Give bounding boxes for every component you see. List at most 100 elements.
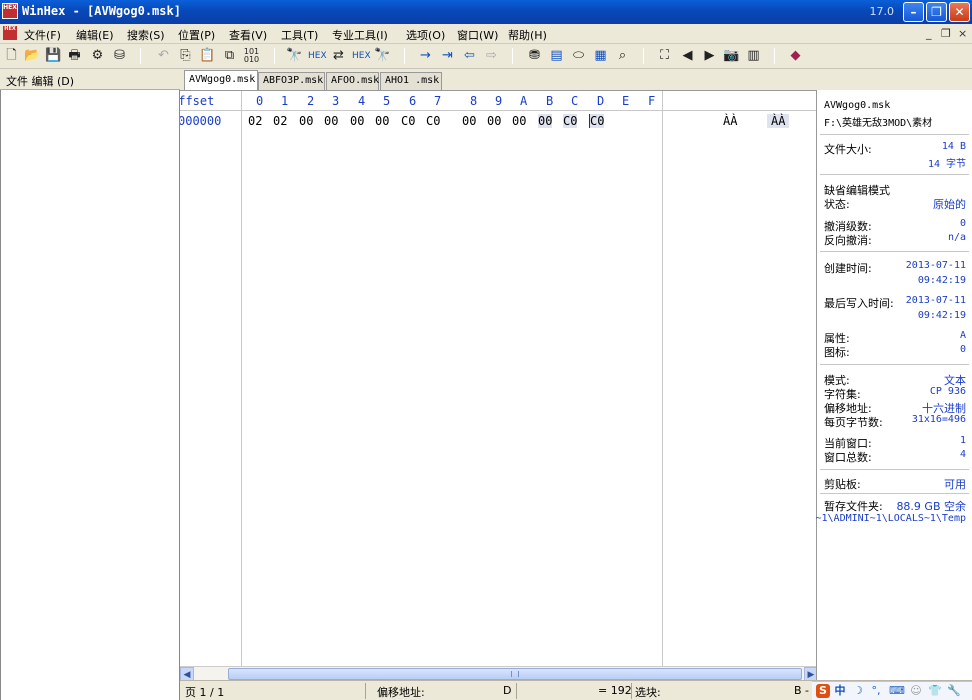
mdi-restore-button[interactable]: ❐: [941, 27, 951, 40]
info-path: F:\英雄无敌3MOD\素材: [824, 118, 933, 129]
scrollbar-grip: [511, 671, 519, 677]
menu-edit[interactable]: 编辑(E): [76, 27, 114, 43]
col-header: 8: [470, 94, 478, 108]
row-offset: 000000: [180, 114, 222, 128]
hex-byte-selected[interactable]: 00: [538, 114, 553, 128]
tab-abfo3p[interactable]: ABFO3P.msk: [258, 72, 325, 90]
minimize-button[interactable]: –: [903, 2, 924, 22]
directory-browser-title[interactable]: 文件 编辑 (D): [6, 73, 74, 89]
hex-byte[interactable]: C0: [426, 114, 440, 128]
hex-byte[interactable]: 02: [273, 114, 287, 128]
hex-byte[interactable]: 00: [350, 114, 364, 128]
back-icon[interactable]: ⇦: [461, 48, 478, 64]
help-icon[interactable]: ◆: [787, 48, 804, 64]
toolbar-separator: [274, 48, 275, 64]
shirt-icon[interactable]: 👕: [928, 684, 942, 698]
goto-offset-icon[interactable]: ⇥: [439, 48, 456, 64]
horizontal-scrollbar[interactable]: ◀ ▶: [180, 666, 818, 681]
text-column-value[interactable]: ÀÀ: [723, 114, 737, 128]
scrollbar-thumb[interactable]: [228, 668, 802, 680]
table-icon[interactable]: ▥: [745, 48, 762, 64]
mdi-minimize-button[interactable]: _: [926, 27, 932, 40]
close-button[interactable]: ✕: [949, 2, 970, 22]
directory-browser[interactable]: [0, 90, 180, 700]
drive-icon[interactable]: ⬭: [570, 48, 587, 64]
hex-byte[interactable]: C0: [401, 114, 415, 128]
hex-byte-cursor[interactable]: C0: [589, 114, 605, 128]
document-icon[interactable]: HEX: [3, 26, 17, 40]
prev-icon[interactable]: ◀: [679, 48, 696, 64]
hex-byte[interactable]: 02: [248, 114, 262, 128]
goto-icon[interactable]: →: [417, 48, 434, 64]
next-icon[interactable]: ▶: [701, 48, 718, 64]
sogou-logo-icon[interactable]: S: [816, 684, 830, 698]
tab-aho1[interactable]: AHO1 .msk: [380, 72, 442, 90]
properties-icon[interactable]: ⚙: [89, 48, 106, 64]
ram-icon[interactable]: ▤: [548, 48, 565, 64]
save-icon[interactable]: 💾: [45, 48, 62, 64]
crop-icon[interactable]: ⛶: [656, 48, 673, 64]
calculator-icon[interactable]: ▦: [592, 48, 609, 64]
hex-byte[interactable]: 00: [324, 114, 338, 128]
hex-byte[interactable]: 00: [512, 114, 526, 128]
status-block-value: B -: [794, 684, 810, 697]
hex-byte[interactable]: 00: [375, 114, 389, 128]
menu-search[interactable]: 搜索(S): [127, 27, 165, 43]
text-column-selected[interactable]: ÀÀ: [767, 114, 790, 128]
hex-byte[interactable]: 00: [487, 114, 501, 128]
info-created-time: 09:42:19: [917, 275, 966, 286]
menu-view[interactable]: 查看(V): [229, 27, 267, 43]
menu-options[interactable]: 选项(O): [406, 27, 445, 43]
info-temp-folder: 暂存文件夹: 88.9 GB 空余: [824, 500, 966, 513]
winhex-app-icon: HEX: [2, 3, 18, 19]
maximize-button[interactable]: ❐: [926, 2, 947, 22]
menu-bar: HEX 文件(F) 编辑(E) 搜索(S) 位置(P) 查看(V) 工具(T) …: [0, 24, 972, 44]
camera-icon[interactable]: 📷: [723, 48, 740, 64]
replace-icon[interactable]: ⇄: [330, 48, 347, 64]
wrench-icon[interactable]: 🔧: [947, 684, 961, 698]
user-icon[interactable]: ☺: [909, 684, 923, 698]
scroll-left-button[interactable]: ◀: [180, 667, 194, 681]
moon-icon[interactable]: ☽: [851, 684, 865, 698]
find-hex-icon[interactable]: HEX: [308, 48, 327, 64]
tab-afoo[interactable]: AFOO.msk: [326, 72, 379, 90]
toolbar-separator: [643, 48, 644, 64]
menu-file[interactable]: 文件(F): [24, 27, 61, 43]
toolbar-separator: [404, 48, 405, 64]
new-file-icon[interactable]: 🗋: [3, 48, 20, 64]
mdi-close-button[interactable]: ×: [958, 27, 967, 40]
search-icon[interactable]: ⌕: [614, 48, 631, 64]
keyboard-icon[interactable]: ⌨: [889, 684, 905, 698]
menu-position[interactable]: 位置(P): [178, 27, 215, 43]
find-icon[interactable]: 🔭: [286, 48, 303, 64]
menu-pro-tools[interactable]: 专业工具(I): [332, 27, 388, 43]
hex-byte-selected[interactable]: C0: [563, 114, 578, 128]
tab-avwgog0[interactable]: AVWgog0.msk: [184, 70, 258, 90]
convert-icon[interactable]: 101 010: [243, 48, 260, 64]
info-mode: 模式: 文本: [824, 374, 966, 387]
punct-icon[interactable]: °,: [869, 684, 883, 698]
chinese-mode-icon[interactable]: 中: [833, 684, 847, 698]
info-temp-path: ~1\ADMINI~1\LOCALS~1\Temp: [815, 513, 966, 524]
forward-icon[interactable]: ⇨: [483, 48, 500, 64]
replace-hex-icon[interactable]: HEX: [352, 48, 371, 64]
tab-label: AFOO.msk: [331, 75, 380, 86]
print-icon[interactable]: 🖶: [66, 48, 83, 64]
disk-icon[interactable]: ⛃: [526, 48, 543, 64]
info-written: 最后写入时间: 2013-07-11: [824, 295, 966, 310]
copy-icon[interactable]: ⎘: [177, 48, 194, 64]
find-next-icon[interactable]: 🔭: [374, 48, 391, 64]
directory-browser-header: 文件 编辑 (D): [0, 70, 180, 90]
open-icon[interactable]: 📂: [24, 48, 41, 64]
menu-tools[interactable]: 工具(T): [281, 27, 318, 43]
menu-help[interactable]: 帮助(H): [508, 27, 547, 43]
col-header: 3: [332, 94, 340, 108]
menu-window[interactable]: 窗口(W): [457, 27, 498, 43]
hex-editor[interactable]: Offset 0 1 2 3 4 5 6 7 8 9 A B C D E F 0…: [180, 90, 816, 666]
undo-icon[interactable]: ↶: [155, 48, 172, 64]
hex-byte[interactable]: 00: [462, 114, 476, 128]
hex-byte[interactable]: 00: [299, 114, 313, 128]
paste-icon[interactable]: 📋: [199, 48, 216, 64]
open-disk-icon[interactable]: ⛁: [111, 48, 128, 64]
paste-special-icon[interactable]: ⧉: [221, 48, 238, 64]
